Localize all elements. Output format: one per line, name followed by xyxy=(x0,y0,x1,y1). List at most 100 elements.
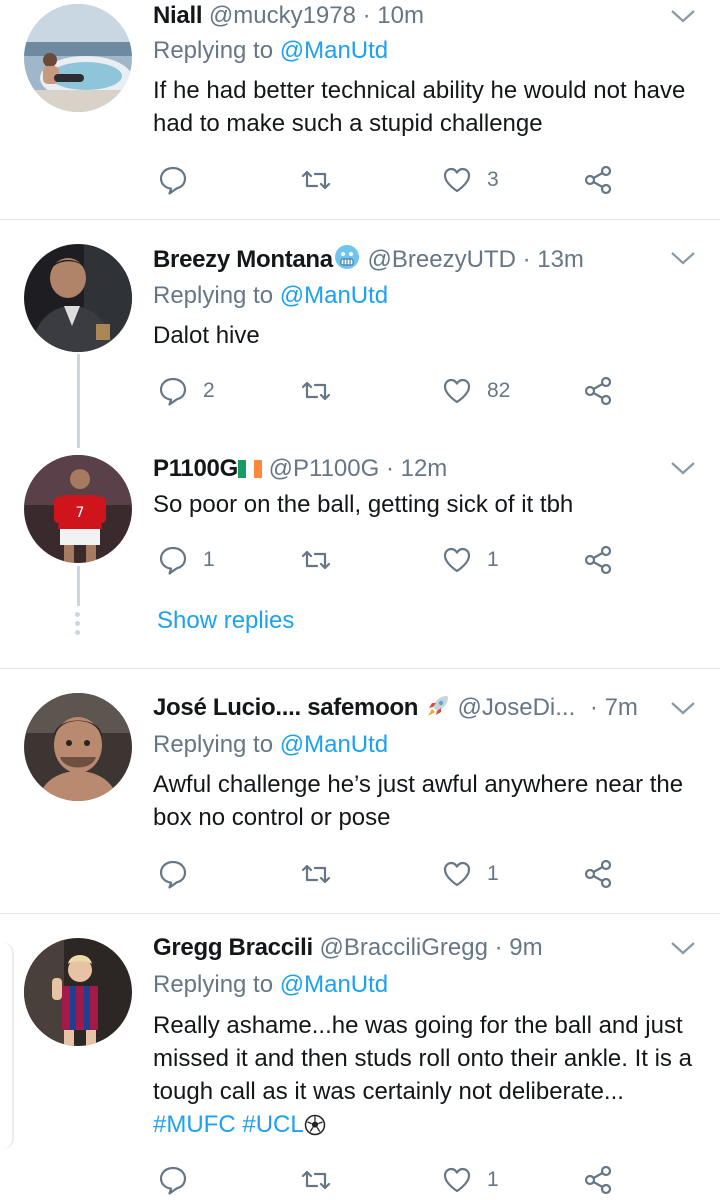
share-icon xyxy=(584,1165,612,1195)
hashtag-link[interactable]: #MUFC xyxy=(153,1111,236,1138)
like-button[interactable]: 1 xyxy=(441,854,499,894)
ireland-flag-emoji-icon xyxy=(237,455,262,478)
soccer-ball-emoji-icon xyxy=(304,1112,326,1145)
hashtag-link[interactable]: #UCL xyxy=(242,1111,303,1138)
share-icon xyxy=(584,859,612,889)
like-button[interactable]: 3 xyxy=(441,160,499,200)
heart-icon xyxy=(443,547,471,573)
replying-to: Replying to @ManUtd xyxy=(153,969,388,1001)
display-name[interactable]: P1100G xyxy=(153,455,238,482)
replying-to: Replying to @ManUtd xyxy=(153,729,388,761)
retweet-button[interactable] xyxy=(300,160,346,200)
retweet-button[interactable] xyxy=(300,371,346,411)
divider xyxy=(0,668,720,669)
like-count: 1 xyxy=(487,862,499,885)
tweet-header: Gregg Braccili @BracciliGregg · 9m xyxy=(153,932,543,964)
divider xyxy=(0,913,720,914)
replying-to-label: Replying to xyxy=(153,37,274,64)
avatar[interactable] xyxy=(24,244,132,352)
like-button[interactable]: 1 xyxy=(441,1160,499,1200)
rocket-emoji-icon xyxy=(425,693,451,728)
avatar[interactable] xyxy=(24,4,132,112)
reply-bubble-icon xyxy=(159,166,187,195)
chevron-down-icon[interactable] xyxy=(670,250,696,266)
thread-dots xyxy=(75,612,80,639)
retweet-icon xyxy=(301,1170,331,1190)
svg-text:7: 7 xyxy=(76,505,85,521)
tweet-text: Awful challenge he’s just awful anywhere… xyxy=(153,771,684,831)
tweet-header: Niall @mucky1978 · 10m xyxy=(153,0,424,32)
reply-button[interactable] xyxy=(157,854,203,894)
tweet-actions: 1 1 xyxy=(0,540,720,580)
timestamp[interactable]: · 7m xyxy=(590,694,638,721)
reply-bubble-icon xyxy=(159,546,187,575)
tweet-text: Dalot hive xyxy=(153,322,260,349)
display-name[interactable]: Niall xyxy=(153,2,202,29)
retweet-button[interactable] xyxy=(300,540,346,580)
user-handle[interactable]: @BracciliGregg xyxy=(320,934,488,961)
heart-icon xyxy=(443,378,471,404)
reply-mention-link[interactable]: @ManUtd xyxy=(280,37,388,64)
replying-to: Replying to @ManUtd xyxy=(153,35,388,67)
tweet-header: P1100G @P1100G · 12m xyxy=(153,453,447,485)
reply-button[interactable] xyxy=(157,160,203,200)
man-selfie-photo-icon xyxy=(24,693,132,801)
like-count: 82 xyxy=(487,379,511,402)
user-handle[interactable]: @BreezyUTD xyxy=(368,246,516,273)
display-name[interactable]: Breezy Montana xyxy=(153,246,333,273)
avatar[interactable] xyxy=(24,938,132,1046)
retweet-button[interactable] xyxy=(300,1160,346,1200)
chevron-down-icon[interactable] xyxy=(670,8,696,24)
tweet-actions: 1 xyxy=(0,854,720,894)
chevron-down-icon[interactable] xyxy=(670,940,696,956)
reply-button[interactable]: 1 xyxy=(157,540,215,580)
replying-to-label: Replying to xyxy=(153,971,274,998)
avatar[interactable] xyxy=(24,693,132,801)
heart-icon xyxy=(443,1167,471,1193)
retweet-button[interactable] xyxy=(300,854,346,894)
display-name[interactable]: José Lucio.... safemoon xyxy=(153,694,418,721)
chevron-down-icon[interactable] xyxy=(670,460,696,476)
tweet-body: Really ashame...he was going for the bal… xyxy=(153,1012,692,1105)
user-handle[interactable]: @P1100G xyxy=(269,455,380,482)
share-icon xyxy=(584,165,612,195)
tweet-actions: 3 xyxy=(0,160,720,200)
timestamp[interactable]: · 12m xyxy=(386,455,447,482)
share-button[interactable] xyxy=(582,854,614,894)
tweet-text: So poor on the ball, getting sick of it … xyxy=(153,491,574,518)
heart-icon xyxy=(443,167,471,193)
share-button[interactable] xyxy=(582,540,614,580)
heart-icon xyxy=(443,861,471,887)
timestamp[interactable]: · 10m xyxy=(363,2,424,29)
tweet-header: José Lucio.... safemoon @JoseDi... · 7m xyxy=(153,692,638,728)
reply-mention-link[interactable]: @ManUtd xyxy=(280,731,388,758)
tweet-actions: 1 xyxy=(0,1160,720,1200)
replying-to-label: Replying to xyxy=(153,731,274,758)
like-count: 1 xyxy=(487,548,499,571)
reply-button[interactable] xyxy=(157,1160,203,1200)
user-handle[interactable]: @JoseDi... xyxy=(458,694,576,721)
show-replies-link[interactable]: Show replies xyxy=(157,607,294,635)
timestamp[interactable]: · 13m xyxy=(523,246,584,273)
share-button[interactable] xyxy=(582,160,614,200)
timestamp[interactable]: · 9m xyxy=(495,934,543,961)
user-handle[interactable]: @mucky1978 xyxy=(209,2,356,29)
retweet-icon xyxy=(301,864,331,884)
display-name[interactable]: Gregg Braccili xyxy=(153,934,313,961)
like-button[interactable]: 82 xyxy=(441,371,510,411)
divider xyxy=(0,219,720,220)
reply-bubble-icon xyxy=(159,377,187,406)
share-button[interactable] xyxy=(582,1160,614,1200)
reply-mention-link[interactable]: @ManUtd xyxy=(280,971,388,998)
tweet-actions: 2 82 xyxy=(0,371,720,411)
child-barcelona-kit-photo-icon xyxy=(24,938,132,1046)
reply-count: 1 xyxy=(203,548,215,571)
share-button[interactable] xyxy=(582,371,614,411)
like-button[interactable]: 1 xyxy=(441,540,499,580)
reply-bubble-icon xyxy=(159,860,187,889)
reply-mention-link[interactable]: @ManUtd xyxy=(280,282,388,309)
man-in-suit-photo-icon xyxy=(24,244,132,352)
chevron-down-icon[interactable] xyxy=(670,700,696,716)
reply-button[interactable]: 2 xyxy=(157,371,215,411)
share-icon xyxy=(584,545,612,575)
